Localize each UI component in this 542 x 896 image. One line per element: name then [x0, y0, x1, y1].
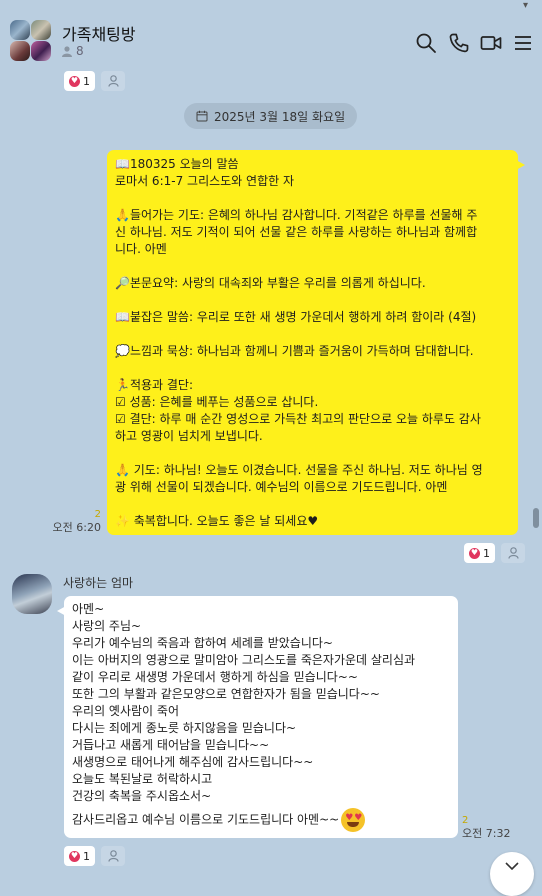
heart-reaction[interactable]: ♥ 1 [464, 543, 495, 563]
add-reaction-button[interactable] [501, 543, 525, 563]
chevron-down-icon [505, 862, 519, 870]
message-paragraph: 🙏 기도: 하나님! 오늘도 이겼습니다. 선물을 주신 하나님. 저도 하나님… [115, 463, 483, 494]
member-avatar [10, 41, 30, 61]
message-paragraph: ✨ 축복합니다. 오늘도 좋은 날 되세요♥ [115, 514, 319, 528]
message-line: 오늘도 복된날로 허락하시고 [72, 772, 213, 786]
message-line: 아멘~ [72, 602, 105, 616]
calendar-icon [196, 110, 208, 122]
heart-icon: ♥ [469, 547, 480, 559]
person-icon [62, 45, 72, 57]
message-paragraph: 🙏들어가는 기도: 은혜의 하나님 감사합니다. 기적같은 하루를 선물해 주 … [115, 208, 478, 256]
sender-avatar[interactable] [12, 574, 52, 614]
heart-reaction[interactable]: ♥ 1 [64, 71, 95, 91]
add-reaction-button[interactable] [101, 71, 125, 91]
received-message-bubble[interactable]: 아멘~ 사랑의 주님~ 우리가 예수님의 죽음과 합하여 세례를 받았습니다~ … [57, 596, 458, 838]
heart-icon: ♥ [69, 850, 80, 862]
message-paragraph: 🏃적용과 결단: ☑ 성품: 은혜를 베푸는 성품으로 삽니다. ☑ 결단: 하… [115, 378, 481, 443]
heart-icon: ♥ [69, 75, 80, 87]
message-time: 오전 6:20 [52, 521, 101, 534]
message-line: 새생명으로 태어나게 해주심에 감사드립니다~~ [72, 755, 314, 769]
reaction-count: 1 [483, 546, 490, 560]
menu-icon[interactable] [512, 32, 534, 54]
message-line: 다시는 죄에게 종노릇 하지않음을 믿습니다~ [72, 721, 297, 735]
person-icon [107, 850, 119, 862]
message-line-last: 감사드리옵고 예수님 이름으로 기도드립니다 아멘~~ ♥ ♥ [72, 808, 450, 832]
phone-icon[interactable] [448, 32, 470, 54]
reaction-count: 1 [83, 849, 90, 863]
video-call-icon[interactable] [480, 32, 502, 54]
message-paragraph: 📖붙잡은 말씀: 우리로 또한 새 생명 가운데서 행하게 하려 함이라 (4절… [115, 310, 477, 324]
reaction-count: 1 [83, 74, 90, 88]
message-time: 오전 7:32 [462, 827, 511, 840]
chat-title[interactable]: 가족채팅방 [62, 21, 136, 45]
heart-reaction[interactable]: ♥ 1 [64, 846, 95, 866]
unread-count: 2 [462, 815, 469, 826]
message-line: 우리가 예수님의 죽음과 합하여 세례를 받았습니다~ [72, 636, 333, 650]
member-count-value: 8 [76, 44, 84, 58]
unread-count: 2 [94, 509, 101, 520]
message-paragraph: 🔎본문요약: 사랑의 대속죄와 부활은 우리를 의롭게 하십니다. [115, 276, 426, 290]
message-line: 또한 그의 부활과 같은모양으로 연합한자가 됨을 믿습니다~~ [72, 687, 380, 701]
person-icon [507, 547, 519, 559]
message-line: 건강의 축복을 주시옵소서~ [72, 789, 212, 803]
heart-eyes-emoji-icon: ♥ ♥ [341, 808, 366, 832]
sender-name: 사랑하는 엄마 [63, 576, 134, 590]
message-meta: 2 오전 7:32 [462, 814, 512, 840]
add-reaction-button[interactable] [101, 846, 125, 866]
message-text: 감사드리옵고 예수님 이름으로 기도드립니다 아멘~~ [72, 812, 340, 827]
member-avatar [31, 20, 51, 40]
date-divider: 2025년 3월 18일 화요일 [184, 103, 358, 129]
message-line: 사랑의 주님~ [72, 619, 142, 633]
member-count[interactable]: 8 [62, 44, 84, 58]
my-message-bubble[interactable]: 📖180325 오늘의 말씀 로마서 6:1-7 그리스도와 연합한 자 🙏들어… [107, 150, 525, 535]
date-text: 2025년 3월 18일 화요일 [214, 109, 346, 124]
message-line: 이는 아버지의 영광으로 말미암아 그리스도를 죽은자가운데 살리심과 [72, 653, 416, 667]
reaction-bar: ♥ 1 [64, 846, 125, 866]
scroll-to-bottom-button[interactable] [490, 852, 534, 896]
chat-header: 가족채팅방 8 ▾ [0, 0, 542, 70]
search-icon[interactable] [415, 32, 437, 54]
reaction-bar: ♥ 1 [64, 71, 125, 91]
scrollbar-thumb[interactable] [533, 508, 539, 528]
message-paragraph: 💭느낌과 묵상: 하나님과 함께니 기쁨과 즐거움이 가득하며 담대합니다. [115, 344, 474, 358]
member-avatar [31, 41, 51, 61]
person-icon [107, 75, 119, 87]
member-avatar [10, 20, 30, 40]
reaction-bar: ♥ 1 [464, 543, 525, 563]
message-line: 우리의 옛사람이 죽어 [72, 704, 179, 718]
message-meta: 2 오전 6:20 [52, 508, 101, 534]
message-line: 거듭나고 새롭게 태어남을 믿습니다~~ [72, 738, 270, 752]
chevron-down-icon[interactable]: ▾ [523, 0, 528, 11]
group-avatar[interactable] [10, 20, 52, 62]
message-paragraph: 📖180325 오늘의 말씀 로마서 6:1-7 그리스도와 연합한 자 [115, 157, 295, 188]
message-line: 같이 우리로 새생명 가운데서 행하게 하심을 믿습니다~~ [72, 670, 358, 684]
